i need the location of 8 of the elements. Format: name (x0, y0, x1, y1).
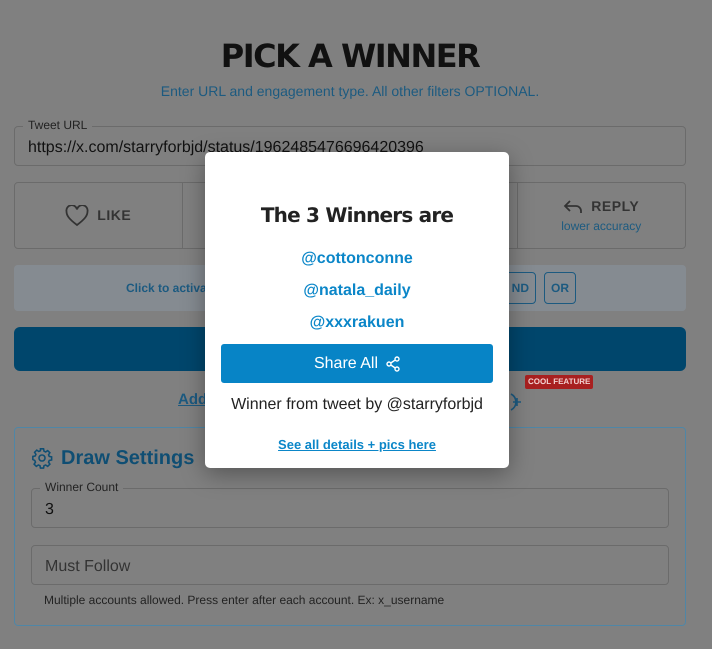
dialog-title: The 3 Winners are (260, 202, 454, 228)
feature-badge: COOL FEATURE (525, 375, 594, 389)
section-title: Draw Settings (61, 446, 194, 470)
subtitle: Enter URL and engagement type. All other filters OPTIONAL. (160, 82, 540, 100)
help-text: Multiple accounts allowed. Press enter after each account. Ex: x_username (44, 592, 446, 609)
page-title: PICK A WINNER (220, 36, 481, 76)
caption: Winner from tweet by @starryforbjd (231, 395, 483, 415)
accuracy-note: lower accuracy (561, 218, 642, 235)
